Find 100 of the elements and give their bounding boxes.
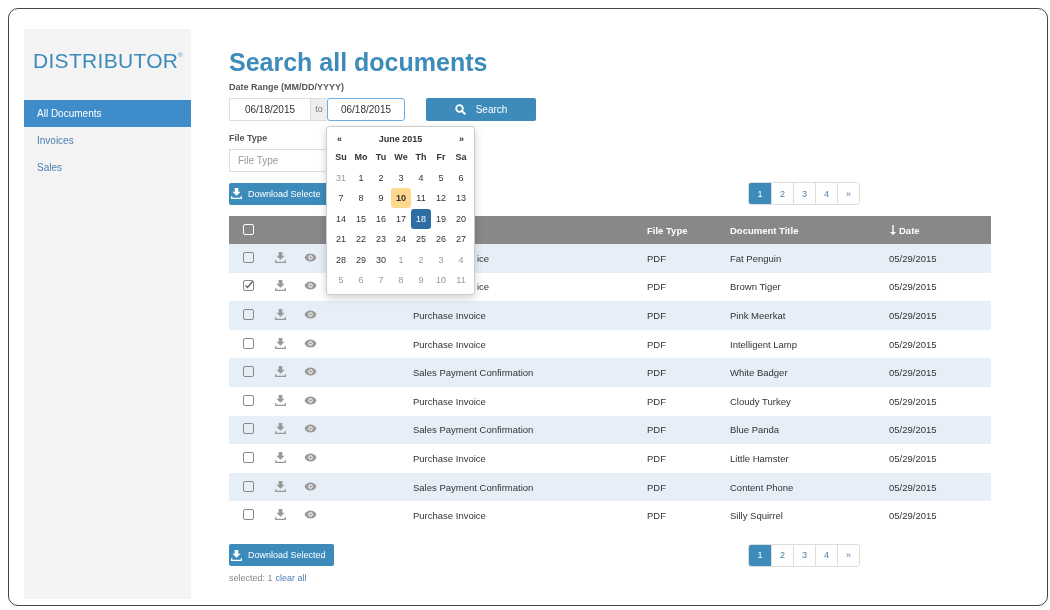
table-cell: PDF	[647, 272, 730, 302]
column-header: Document Title	[730, 216, 880, 244]
calendar-day[interactable]: 21	[331, 229, 351, 249]
calendar-day[interactable]: 9	[371, 188, 391, 208]
document-type-text: Purchase Invoice	[413, 338, 486, 350]
table-cell: 05/29/2015	[880, 272, 991, 302]
eye-icon[interactable]	[304, 281, 317, 291]
calendar-day[interactable]: 6	[451, 167, 471, 188]
checkbox[interactable]	[243, 509, 254, 521]
table-cell: Fat Penguin	[730, 244, 880, 273]
checkbox[interactable]	[243, 251, 254, 263]
table-cell: Blue Panda	[730, 415, 880, 445]
eye-icon[interactable]	[304, 452, 317, 462]
weekday-label: Fr	[435, 151, 447, 164]
column-header[interactable]: Date	[880, 216, 991, 244]
document-type-text: ice	[477, 252, 490, 264]
calendar-day[interactable]: 14	[331, 208, 351, 229]
table-cell: PDF	[647, 415, 730, 445]
calendar-day[interactable]: 29	[351, 249, 371, 270]
calendar-day[interactable]: 17	[391, 208, 411, 229]
calendar-day[interactable]: 12	[431, 188, 451, 208]
document-type-text: Sales Payment Confirmation	[413, 367, 534, 379]
download-selected-button[interactable]: Download Selected	[229, 544, 334, 567]
calendar-day[interactable]: 8	[351, 188, 371, 208]
calendar-day[interactable]: 11	[411, 188, 431, 208]
eye-icon[interactable]	[304, 424, 317, 434]
clear-all-link[interactable]: clear all	[275, 572, 307, 583]
page-button[interactable]: 1	[749, 183, 771, 204]
calendar-day[interactable]: 7	[331, 188, 351, 208]
to-label: to	[311, 98, 327, 121]
calendar-day[interactable]: 28	[331, 249, 351, 270]
page-button[interactable]: »	[837, 183, 859, 204]
document-type-text: Purchase Invoice	[413, 510, 486, 522]
download-icon	[275, 309, 286, 320]
eye-icon[interactable]	[304, 338, 317, 348]
month-title: June 2015	[378, 134, 423, 144]
eye-icon[interactable]	[304, 395, 317, 405]
table-cell: 05/29/2015	[880, 444, 991, 473]
download-icon	[275, 509, 286, 521]
checkbox[interactable]	[243, 309, 254, 320]
search-button[interactable]: Search	[426, 98, 536, 121]
weekday-label: Tu	[374, 151, 388, 164]
table-cell: Pink Meerkat	[730, 301, 880, 330]
calendar-day[interactable]: 19	[431, 208, 451, 229]
calendar-day[interactable]: 30	[371, 249, 391, 270]
checkbox[interactable]	[243, 423, 254, 435]
calendar-day[interactable]: 24	[391, 229, 411, 249]
table-cell: 05/29/2015	[880, 472, 991, 502]
document-type-text: Purchase Invoice	[413, 395, 486, 407]
sidebar-item[interactable]: Invoices	[24, 127, 191, 154]
checkbox[interactable]	[243, 337, 254, 349]
calendar-day[interactable]: 25	[411, 229, 431, 249]
checkbox[interactable]	[243, 480, 254, 492]
sidebar-item[interactable]: All Documents	[24, 100, 191, 127]
end-date-field[interactable]: 06/18/2015	[327, 98, 405, 121]
checkbox[interactable]	[243, 394, 254, 406]
table-cell: Content Phone	[730, 472, 880, 502]
table-cell: 05/29/2015	[880, 244, 991, 273]
eye-icon[interactable]	[304, 481, 317, 491]
table-cell: 05/29/2015	[880, 358, 991, 387]
date-range-label: Date Range (MM/DD/YYYY)	[229, 82, 344, 94]
calendar-day[interactable]: 10	[391, 188, 411, 208]
calendar-day[interactable]: 26	[431, 229, 451, 249]
table-cell: 05/29/2015	[880, 301, 991, 330]
download-icon	[275, 251, 286, 263]
next-month-button[interactable]: »	[459, 134, 464, 144]
weekday-label: Sa	[454, 151, 468, 164]
calendar-day[interactable]: 23	[371, 229, 391, 249]
calendar-day[interactable]: 20	[451, 208, 471, 229]
calendar-day[interactable]: 22	[351, 229, 371, 249]
calendar-day[interactable]: 15	[351, 208, 371, 229]
calendar-day[interactable]: 18	[411, 208, 431, 229]
previous-month-button[interactable]: «	[337, 134, 342, 144]
page-button[interactable]: »	[837, 544, 859, 566]
eye-icon[interactable]	[304, 510, 317, 520]
select-all-checkbox[interactable]	[243, 223, 254, 235]
table-cell: Intelligent Lamp	[730, 329, 880, 359]
checked-checkbox[interactable]	[243, 280, 254, 292]
eye-icon[interactable]	[304, 367, 317, 377]
eye-icon[interactable]	[304, 310, 317, 319]
calendar-day[interactable]: 13	[451, 188, 471, 208]
download-icon	[275, 337, 286, 349]
start-date-field[interactable]: 06/18/2015	[229, 98, 311, 121]
download-selected-button[interactable]: Download Selecte	[229, 182, 329, 205]
download-icon	[275, 394, 286, 406]
download-icon	[275, 423, 286, 435]
checkbox[interactable]	[243, 451, 254, 463]
page-button[interactable]: 1	[749, 544, 771, 566]
table-cell: Little Hamster	[730, 444, 880, 473]
table-cell: PDF	[647, 472, 730, 502]
selected-count: selected: 1	[229, 572, 273, 583]
checkbox[interactable]	[243, 366, 254, 378]
calendar-day[interactable]: 27	[451, 229, 471, 249]
sidebar-item[interactable]: Sales	[24, 154, 191, 181]
table-cell: PDF	[647, 501, 730, 530]
calendar-day[interactable]: 5	[431, 167, 451, 188]
table-cell: 05/29/2015	[880, 329, 991, 359]
table-cell: 05/29/2015	[880, 415, 991, 445]
eye-icon[interactable]	[304, 252, 317, 262]
calendar-day[interactable]: 16	[371, 208, 391, 229]
